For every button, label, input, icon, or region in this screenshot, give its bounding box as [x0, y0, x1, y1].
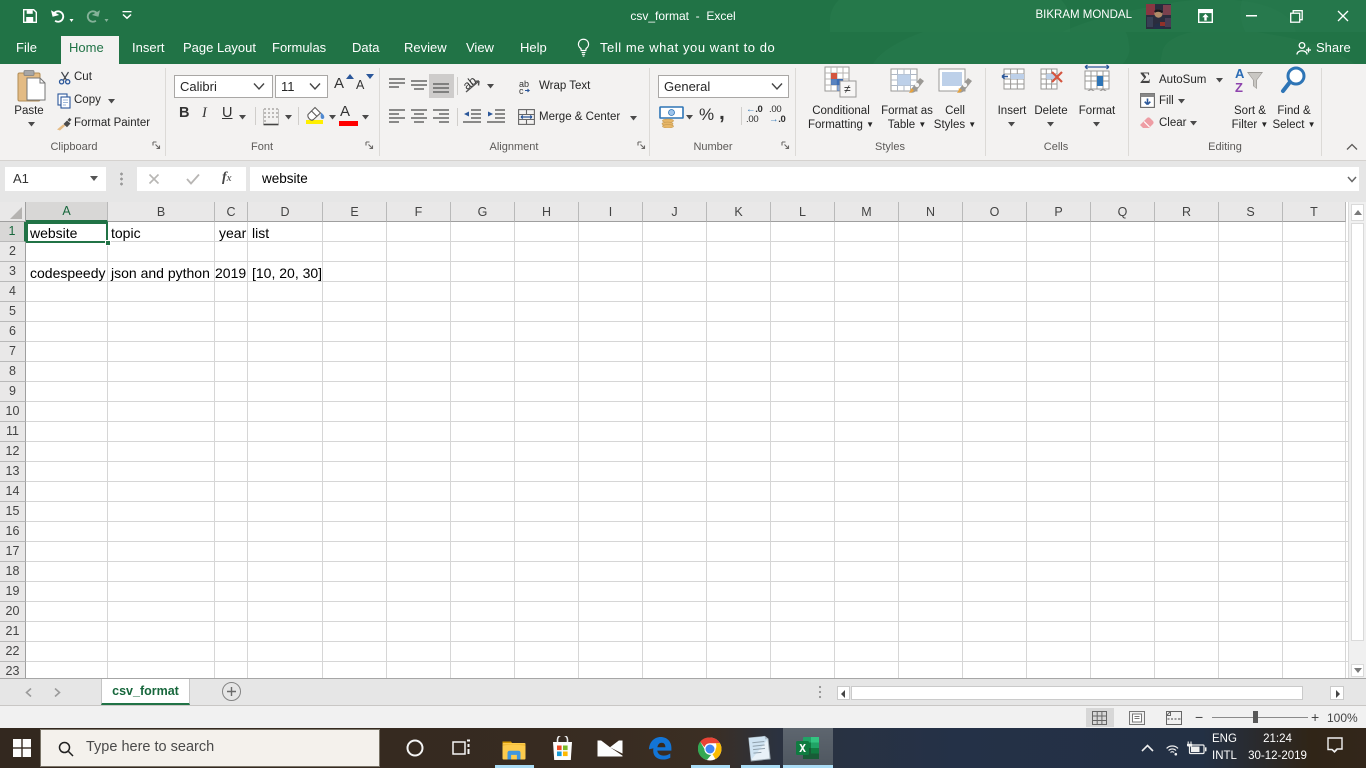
svg-text:A: A	[1235, 66, 1245, 81]
svg-text:c: c	[519, 86, 524, 94]
svg-text:≠: ≠	[844, 82, 851, 96]
svg-text:Z: Z	[1235, 80, 1243, 95]
